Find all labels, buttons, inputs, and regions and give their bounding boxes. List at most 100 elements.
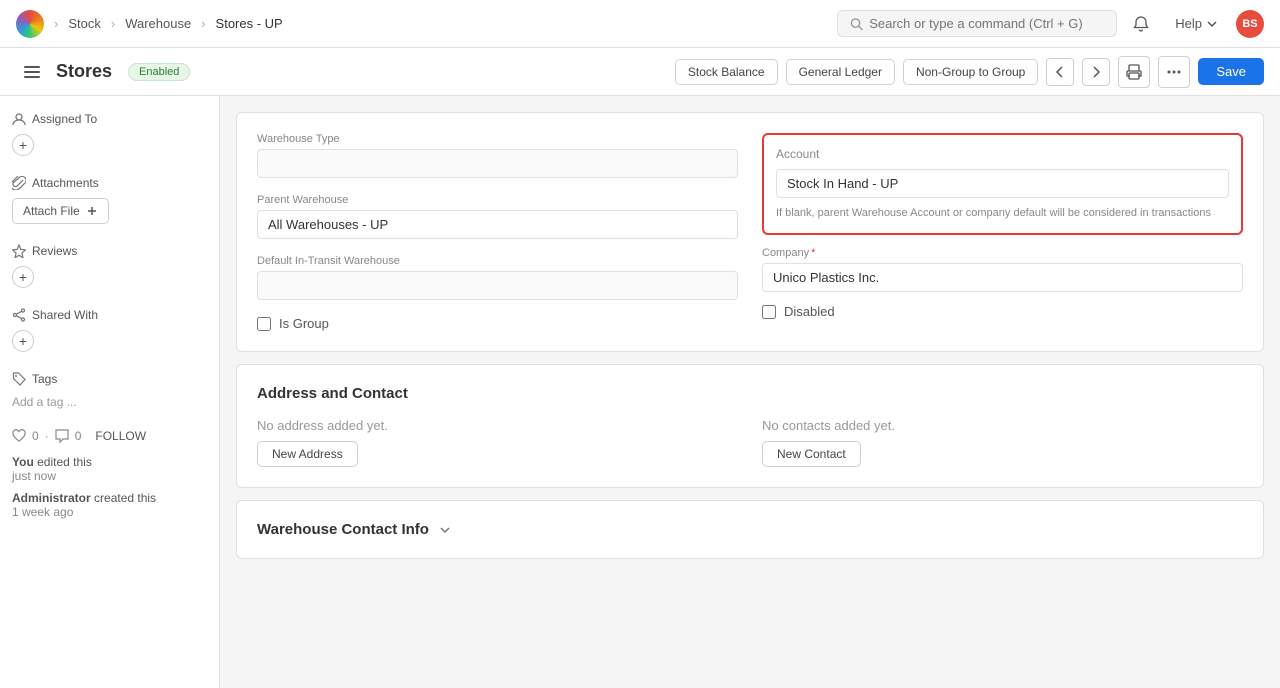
- shared-with-section: Shared With +: [12, 308, 207, 352]
- parent-warehouse-input[interactable]: [257, 210, 738, 239]
- disabled-label[interactable]: Disabled: [784, 304, 835, 319]
- default-in-transit-input[interactable]: [257, 271, 738, 300]
- chevron-down-icon: [437, 522, 453, 538]
- chevron-left-icon: [1053, 65, 1067, 79]
- page-toolbar: Stores Enabled Stock Balance General Led…: [0, 48, 1280, 96]
- warehouse-type-input[interactable]: [257, 149, 738, 178]
- sidebar: Assigned To + Attachments Attach File: [0, 96, 220, 688]
- app-logo: [16, 10, 44, 38]
- search-icon: [850, 17, 863, 31]
- add-tag-label[interactable]: Add a tag ...: [12, 395, 77, 409]
- breadcrumb-current: Stores - UP: [216, 16, 283, 31]
- search-bar[interactable]: [837, 10, 1117, 37]
- tags-section: Tags Add a tag ...: [12, 372, 207, 409]
- company-label: Company *: [762, 247, 1243, 259]
- save-button[interactable]: Save: [1198, 58, 1264, 85]
- no-contacts-text: No contacts added yet.: [762, 418, 1243, 433]
- notifications-button[interactable]: [1125, 8, 1157, 40]
- top-navigation: › Stock › Warehouse › Stores - UP Help B…: [0, 0, 1280, 48]
- main-layout: Assigned To + Attachments Attach File: [0, 96, 1280, 688]
- share-icon: [12, 308, 26, 322]
- new-contact-button[interactable]: New Contact: [762, 441, 861, 467]
- reviews-section: Reviews +: [12, 244, 207, 288]
- user-icon: [12, 112, 26, 126]
- general-ledger-button[interactable]: General Ledger: [786, 59, 895, 85]
- breadcrumb-sep-3: ›: [201, 16, 205, 31]
- account-label: Account: [776, 147, 1229, 161]
- disabled-checkbox[interactable]: [762, 305, 776, 319]
- breadcrumb-warehouse[interactable]: Warehouse: [125, 16, 191, 31]
- attachments-section: Attachments Attach File: [12, 176, 207, 224]
- company-field: Company *: [762, 247, 1243, 292]
- non-group-to-group-button[interactable]: Non-Group to Group: [903, 59, 1038, 85]
- is-group-checkbox[interactable]: [257, 317, 271, 331]
- sidebar-bottom: 0 · 0 FOLLOW You edited this just now Ad…: [12, 429, 207, 519]
- add-review-button[interactable]: +: [12, 266, 34, 288]
- assigned-to-label: Assigned To: [12, 112, 207, 126]
- account-field-box: Account If blank, parent Warehouse Accou…: [762, 133, 1243, 235]
- no-address-text: No address added yet.: [257, 418, 738, 433]
- is-group-field: Is Group: [257, 316, 738, 331]
- stock-balance-button[interactable]: Stock Balance: [675, 59, 778, 85]
- address-contact-title: Address and Contact: [257, 385, 1243, 402]
- heart-icon: [12, 429, 26, 443]
- address-column: No address added yet. New Address: [257, 418, 738, 467]
- more-options-button[interactable]: [1158, 56, 1190, 88]
- warehouse-contact-info-card: Warehouse Contact Info: [236, 500, 1264, 559]
- page-title: Stores: [56, 61, 112, 82]
- address-contact-row: No address added yet. New Address No con…: [257, 418, 1243, 467]
- new-address-button[interactable]: New Address: [257, 441, 358, 467]
- account-hint: If blank, parent Warehouse Account or co…: [776, 206, 1229, 221]
- parent-warehouse-field: Parent Warehouse: [257, 194, 738, 239]
- warehouse-type-field: Warehouse Type: [257, 133, 738, 178]
- star-icon: [12, 244, 26, 258]
- tags-label: Tags: [12, 372, 207, 386]
- paperclip-icon: [12, 176, 26, 190]
- account-input[interactable]: [776, 169, 1229, 198]
- edit-log: You edited this just now: [12, 455, 207, 483]
- next-record-button[interactable]: [1082, 58, 1110, 86]
- chevron-right-icon: [1089, 65, 1103, 79]
- main-content: Warehouse Type Parent Warehouse Default …: [220, 96, 1280, 688]
- add-shared-with-button[interactable]: +: [12, 330, 34, 352]
- breadcrumb-stock[interactable]: Stock: [68, 16, 101, 31]
- default-in-transit-field: Default In-Transit Warehouse: [257, 255, 738, 300]
- company-input[interactable]: [762, 263, 1243, 292]
- reactions-row: 0 · 0 FOLLOW: [12, 429, 207, 443]
- breadcrumb-sep-2: ›: [111, 16, 115, 31]
- search-input[interactable]: [869, 16, 1104, 31]
- help-label: Help: [1175, 16, 1202, 31]
- help-button[interactable]: Help: [1165, 12, 1228, 35]
- create-log: Administrator created this 1 week ago: [12, 491, 207, 519]
- plus-icon: [86, 205, 98, 217]
- prev-record-button[interactable]: [1046, 58, 1074, 86]
- address-contact-card: Address and Contact No address added yet…: [236, 364, 1264, 488]
- attach-file-button[interactable]: Attach File: [12, 198, 109, 224]
- warehouse-contact-info-header[interactable]: Warehouse Contact Info: [257, 521, 1243, 538]
- reviews-label: Reviews: [12, 244, 207, 258]
- add-assigned-to-button[interactable]: +: [12, 134, 34, 156]
- attachments-label: Attachments: [12, 176, 207, 190]
- printer-icon: [1126, 64, 1142, 80]
- status-badge: Enabled: [128, 63, 190, 81]
- warehouse-form-card: Warehouse Type Parent Warehouse Default …: [236, 112, 1264, 352]
- more-dots-icon: [1166, 64, 1182, 80]
- warehouse-contact-info-title: Warehouse Contact Info: [257, 521, 429, 538]
- sidebar-toggle-button[interactable]: [16, 56, 48, 88]
- assigned-to-section: Assigned To +: [12, 112, 207, 156]
- chevron-down-icon: [1206, 18, 1218, 30]
- shared-with-label: Shared With: [12, 308, 207, 322]
- parent-warehouse-label: Parent Warehouse: [257, 194, 738, 206]
- contact-column: No contacts added yet. New Contact: [762, 418, 1243, 467]
- is-group-label[interactable]: Is Group: [279, 316, 329, 331]
- required-star: *: [811, 247, 815, 259]
- form-right-column: Account If blank, parent Warehouse Accou…: [762, 133, 1243, 331]
- breadcrumb-sep-1: ›: [54, 16, 58, 31]
- comment-icon: [55, 429, 69, 443]
- follow-button[interactable]: FOLLOW: [95, 429, 146, 443]
- warehouse-type-label: Warehouse Type: [257, 133, 738, 145]
- avatar: BS: [1236, 10, 1264, 38]
- print-button[interactable]: [1118, 56, 1150, 88]
- bell-icon: [1132, 15, 1150, 33]
- default-in-transit-label: Default In-Transit Warehouse: [257, 255, 738, 267]
